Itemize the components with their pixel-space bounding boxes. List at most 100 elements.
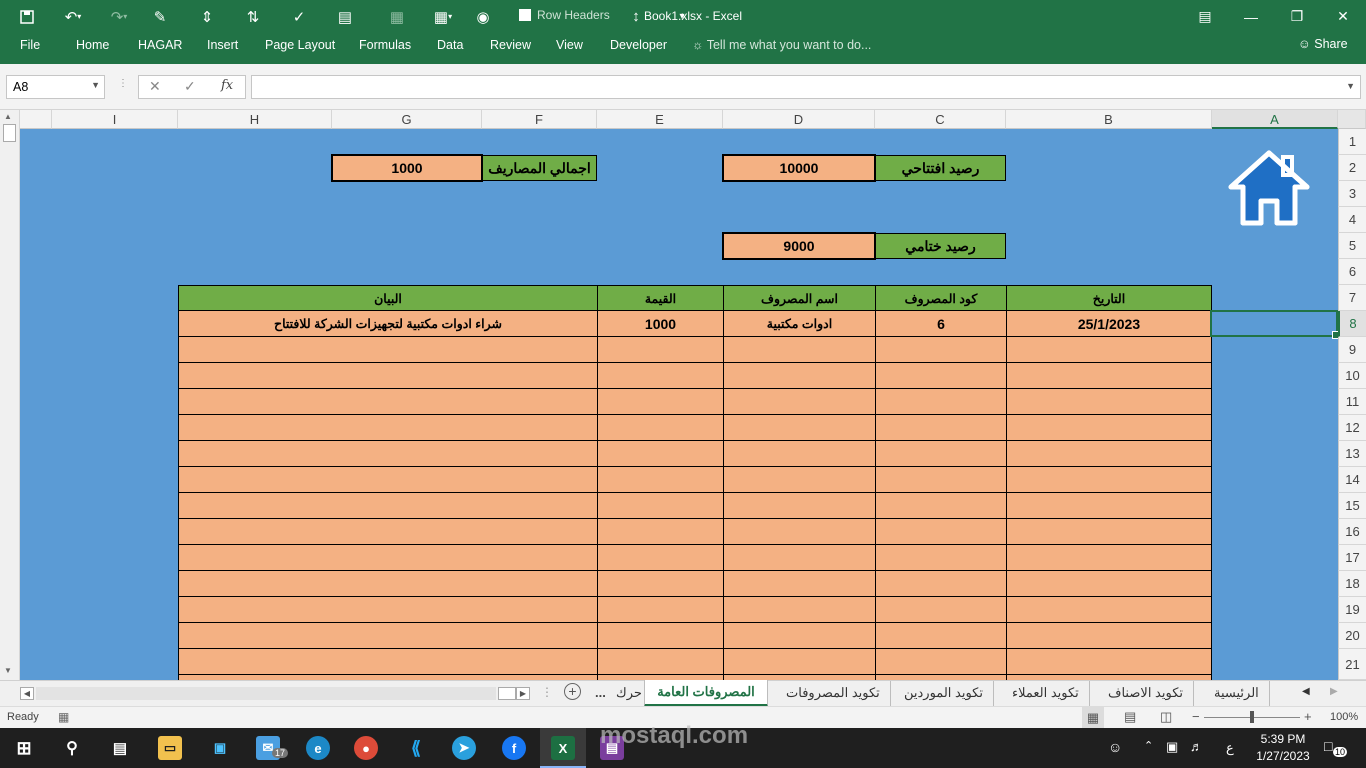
tab-view[interactable]: View (556, 38, 583, 52)
macro-record-icon[interactable]: ▦ (58, 710, 69, 724)
scrollbar-thumb[interactable] (498, 687, 516, 700)
row-header-17[interactable]: 17 (1338, 545, 1366, 571)
empty-table-cell[interactable] (597, 362, 724, 389)
horizontal-scrollbar[interactable] (36, 687, 496, 700)
scrollbar-thumb[interactable] (3, 124, 16, 142)
row-header-10[interactable]: 10 (1338, 363, 1366, 389)
row-header-16[interactable]: 16 (1338, 519, 1366, 545)
row-header-3[interactable]: 3 (1338, 181, 1366, 207)
empty-table-cell[interactable] (1006, 388, 1212, 415)
row-header-21[interactable]: 21 (1338, 649, 1366, 680)
worksheet[interactable]: اجمالي المصاريف 1000 رصيد افتتاحي 10000 … (20, 129, 1338, 680)
scroll-right-icon[interactable]: ▶ (516, 687, 530, 700)
empty-table-cell[interactable] (1006, 362, 1212, 389)
tab-formulas[interactable]: Formulas (359, 38, 411, 52)
add-sheet-icon[interactable]: + (564, 683, 581, 700)
column-header-h[interactable]: H (178, 110, 332, 129)
ribbon-display-icon[interactable]: ▤ (1182, 0, 1228, 33)
row-header-8[interactable]: 8 (1338, 311, 1366, 337)
tell-me-search[interactable]: ☼ Tell me what you want to do... (692, 38, 871, 52)
empty-table-cell[interactable] (1006, 518, 1212, 545)
chevron-down-icon[interactable]: ▼ (1346, 81, 1355, 91)
cell-date[interactable]: 25/1/2023 (1006, 310, 1212, 337)
empty-table-cell[interactable] (723, 648, 876, 675)
selected-cell-a8[interactable] (1210, 310, 1338, 339)
empty-table-cell[interactable] (597, 596, 724, 623)
header-description[interactable]: البيان (178, 285, 598, 311)
split-handle-icon[interactable]: ⋮ (541, 685, 553, 699)
row-header-14[interactable]: 14 (1338, 467, 1366, 493)
network-icon[interactable]: ▣ (1166, 739, 1178, 755)
empty-table-cell[interactable] (597, 518, 724, 545)
row-header-11[interactable]: 11 (1338, 389, 1366, 415)
row-header-12[interactable]: 12 (1338, 415, 1366, 441)
empty-table-cell[interactable] (178, 362, 598, 389)
sheet-tab-general-expenses[interactable]: المصروفات العامة (644, 680, 768, 707)
zoom-in-icon[interactable]: + (1304, 709, 1312, 724)
tab-insert[interactable]: Insert (207, 38, 238, 52)
column-header-b[interactable]: B (1006, 110, 1212, 129)
empty-table-cell[interactable] (723, 518, 876, 545)
cell-description[interactable]: شراء ادوات مكتبية لتجهيزات الشركة للافتت… (178, 310, 598, 337)
language-indicator[interactable]: ع (1226, 740, 1234, 756)
column-header-partial[interactable] (20, 110, 52, 129)
maximize-button[interactable]: ❐ (1274, 0, 1320, 33)
empty-table-cell[interactable] (875, 362, 1007, 389)
edge-icon[interactable]: e (306, 736, 330, 760)
zoom-out-icon[interactable]: − (1192, 709, 1200, 724)
tab-review[interactable]: Review (490, 38, 531, 52)
empty-table-cell[interactable] (1006, 466, 1212, 493)
home-icon[interactable] (1227, 149, 1311, 232)
insert-function-icon[interactable]: fx (221, 78, 233, 93)
cell-expense-code[interactable]: 6 (875, 310, 1007, 337)
empty-table-cell[interactable] (1006, 414, 1212, 441)
scroll-down-icon[interactable]: ▼ (4, 666, 12, 675)
empty-table-cell[interactable] (875, 492, 1007, 519)
tab-nav-right-icon[interactable]: ▶ (1330, 686, 1338, 697)
share-button[interactable]: ☺ Share (1298, 37, 1348, 51)
windows-start-icon[interactable]: ⊞ (12, 736, 36, 760)
tab-file[interactable]: File (20, 38, 40, 52)
opening-balance-label[interactable]: رصيد افتتاحي (875, 155, 1006, 181)
clock-time[interactable]: 5:39 PM (1256, 732, 1310, 746)
excel-taskbar-active[interactable]: X (540, 728, 586, 768)
closing-balance-value[interactable]: 9000 (722, 232, 876, 260)
enter-icon[interactable]: ✓ (184, 78, 196, 95)
empty-table-cell[interactable] (1006, 492, 1212, 519)
column-header-d[interactable]: D (723, 110, 875, 129)
empty-table-cell[interactable] (597, 570, 724, 597)
name-box[interactable]: A8 ▼ (6, 75, 105, 99)
empty-table-cell[interactable] (1006, 336, 1212, 363)
empty-table-cell[interactable] (1006, 570, 1212, 597)
empty-table-cell[interactable] (597, 544, 724, 571)
row-header-19[interactable]: 19 (1338, 597, 1366, 623)
cancel-icon[interactable]: ✕ (149, 78, 161, 95)
page-break-view-icon[interactable]: ◫ (1160, 709, 1172, 725)
empty-table-cell[interactable] (597, 648, 724, 675)
empty-table-cell[interactable] (1006, 596, 1212, 623)
empty-table-cell[interactable] (875, 648, 1007, 675)
total-expenses-label[interactable]: اجمالي المصاريف (482, 155, 597, 181)
cell-expense-name[interactable]: ادوات مكتبية (723, 310, 876, 337)
empty-table-cell[interactable] (178, 388, 598, 415)
tab-data[interactable]: Data (437, 38, 463, 52)
empty-table-cell[interactable] (597, 414, 724, 441)
chrome-icon[interactable]: ● (354, 736, 378, 760)
empty-table-cell[interactable] (597, 388, 724, 415)
header-expense-code[interactable]: كود المصروف (875, 285, 1007, 311)
empty-table-cell[interactable] (875, 518, 1007, 545)
header-date[interactable]: التاريخ (1006, 285, 1212, 311)
closing-balance-label[interactable]: رصيد ختامي (875, 233, 1006, 259)
tab-home[interactable]: Home (76, 38, 109, 52)
column-header-e[interactable]: E (597, 110, 723, 129)
tray-chevron-icon[interactable]: ⌃ (1144, 739, 1153, 752)
row-header-9[interactable]: 9 (1338, 337, 1366, 363)
clock-date[interactable]: 1/27/2023 (1256, 749, 1310, 763)
header-amount[interactable]: القيمة (597, 285, 724, 311)
opening-balance-value[interactable]: 10000 (722, 154, 876, 182)
row-header-7[interactable]: 7 (1338, 285, 1366, 311)
page-layout-view-icon[interactable]: ▤ (1124, 709, 1136, 725)
empty-table-cell[interactable] (1006, 648, 1212, 675)
empty-table-cell[interactable] (723, 466, 876, 493)
empty-table-cell[interactable] (178, 570, 598, 597)
